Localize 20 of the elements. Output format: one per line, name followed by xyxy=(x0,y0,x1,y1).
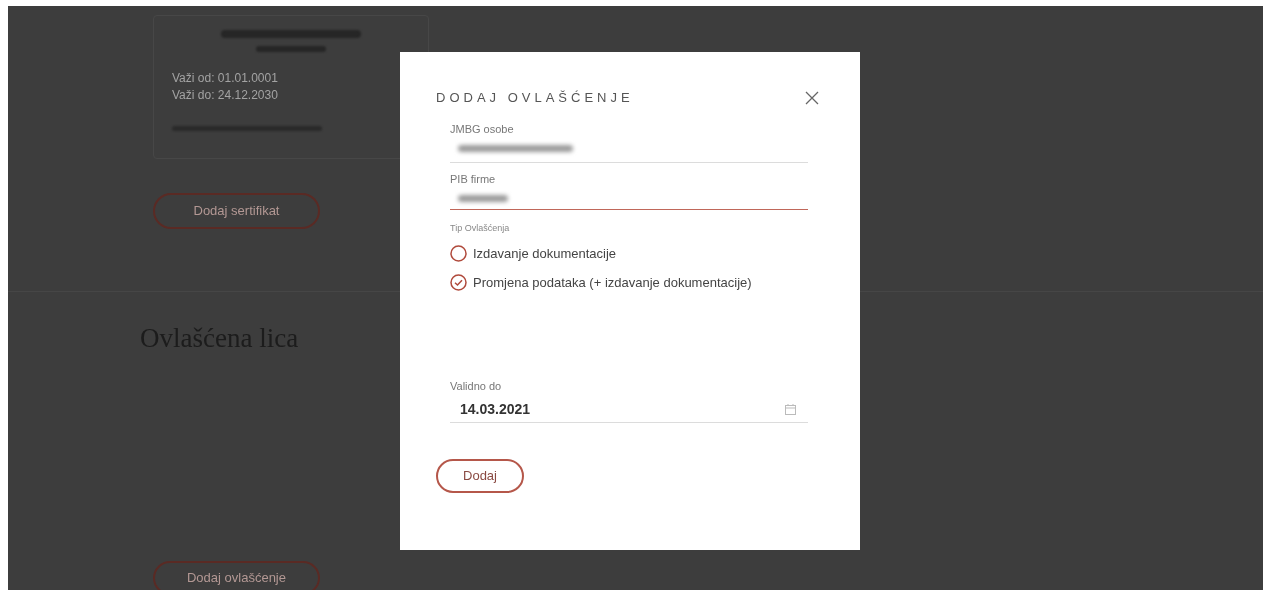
dialog-title: DODAJ OVLAŠĆENJE xyxy=(436,89,634,107)
field-label: Validno do xyxy=(450,379,502,394)
radio-icon[interactable] xyxy=(450,245,467,263)
date-value: 14.03.2021 xyxy=(460,399,531,419)
input-field[interactable]: PIB firme xyxy=(450,167,808,210)
option-label: Promjena podataka (+ izdavanje dokumentacije) xyxy=(473,273,752,292)
add-certificate-button[interactable]: Dodaj sertifikat xyxy=(153,193,320,229)
field-label: PIB firme xyxy=(450,171,496,187)
type-label: Tip Ovlašćenja xyxy=(450,221,510,235)
redacted-value xyxy=(458,195,508,202)
close-icon[interactable] xyxy=(805,90,819,105)
date-field[interactable]: Validno do 14.03.2021 xyxy=(450,378,808,423)
checked-radio-icon[interactable] xyxy=(450,273,467,291)
field-label: JMBG osobe xyxy=(450,121,514,137)
input-field[interactable]: JMBG osobe xyxy=(450,117,808,163)
submit-button[interactable]: Dodaj xyxy=(436,459,524,493)
valid-to-text: Važi do: 24.12.2030 xyxy=(172,87,279,104)
valid-from-text: Važi od: 01.01.0001 xyxy=(172,70,279,87)
add-authorization-button[interactable]: Dodaj ovlašćenje xyxy=(153,560,320,590)
option-label: Izdavanje dokumentacije xyxy=(473,245,617,263)
